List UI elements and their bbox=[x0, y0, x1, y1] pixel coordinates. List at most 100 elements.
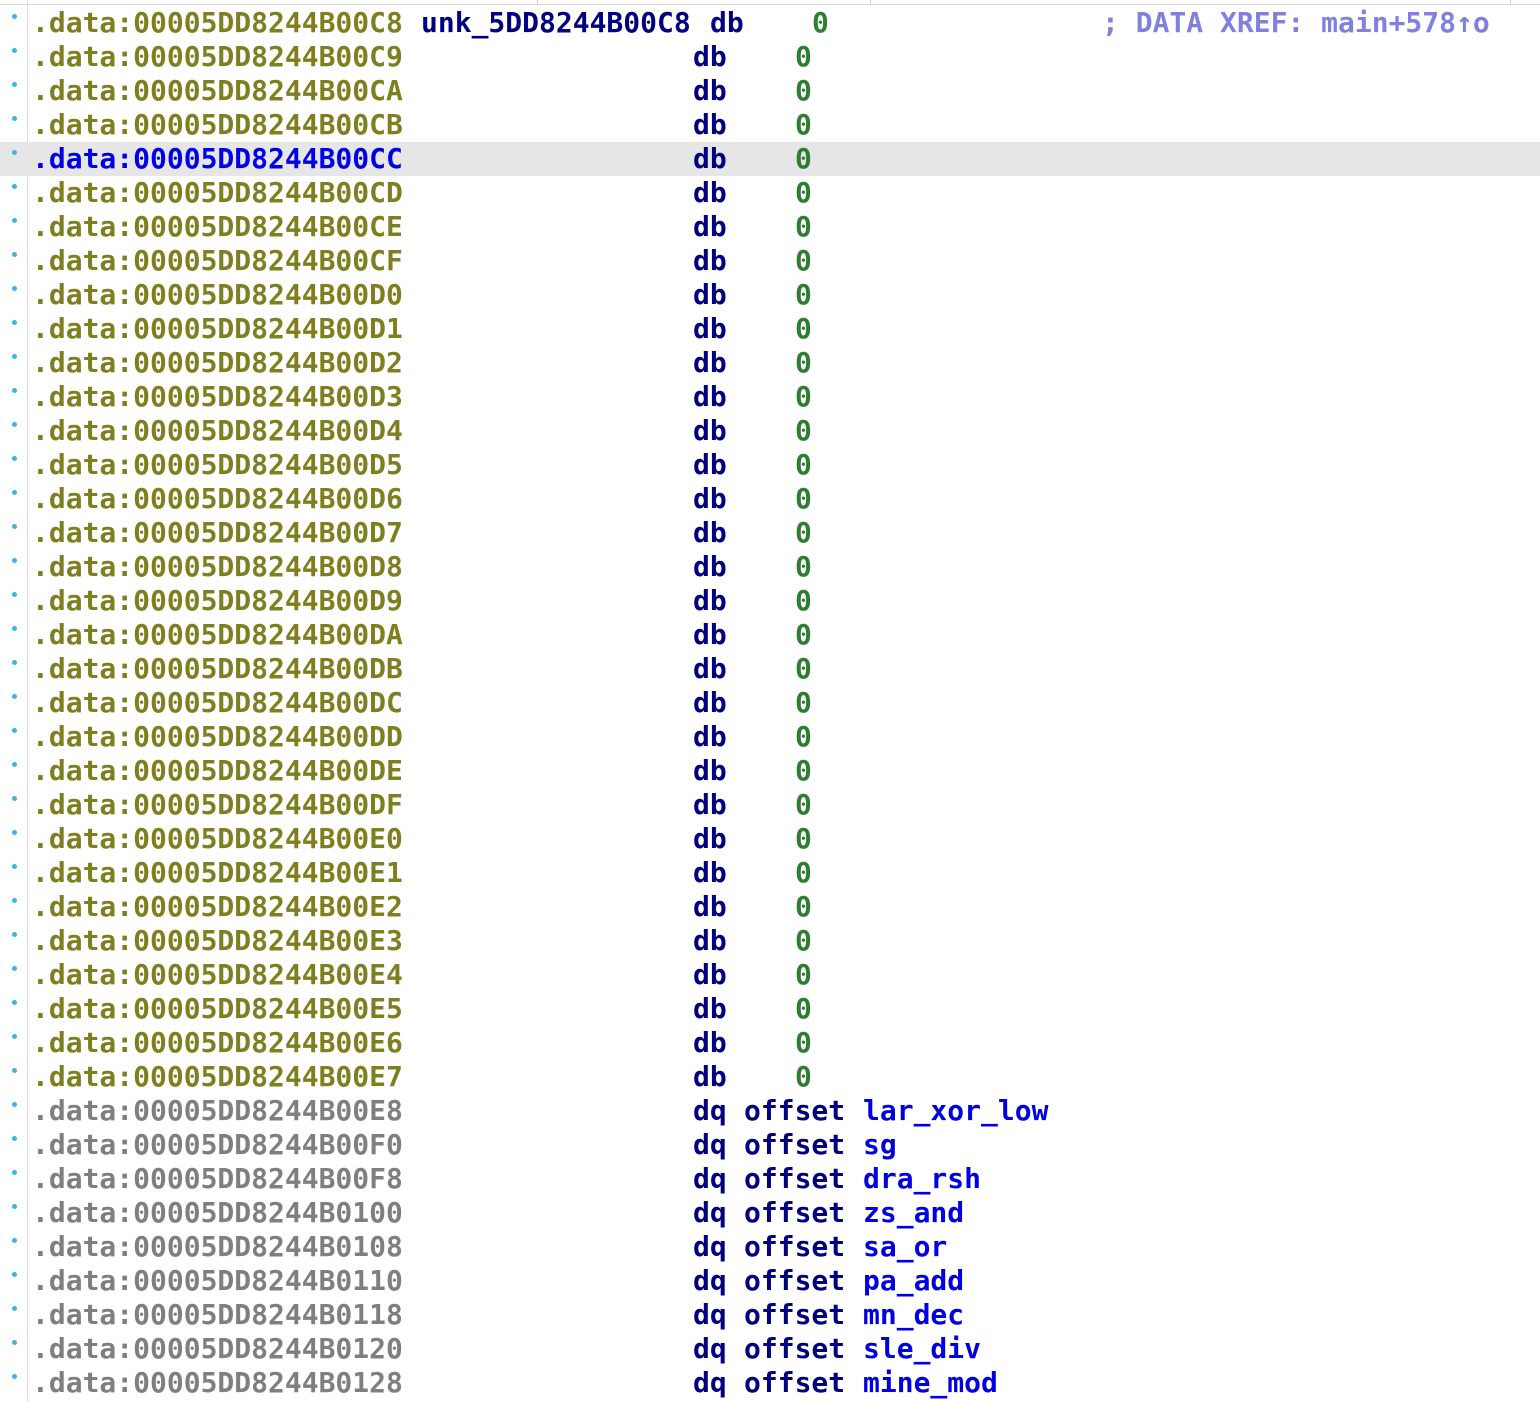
row-mnemonic[interactable]: db bbox=[693, 550, 727, 584]
row-value[interactable]: 0 bbox=[795, 618, 812, 652]
row-value[interactable]: 0 bbox=[795, 652, 812, 686]
row-value[interactable]: 0 bbox=[795, 448, 812, 482]
offset-keyword[interactable]: offset bbox=[744, 1366, 845, 1400]
listing-row[interactable]: .data:00005DD8244B00D9 db 0 bbox=[0, 584, 1540, 618]
offset-keyword[interactable]: offset bbox=[744, 1298, 845, 1332]
offset-keyword[interactable]: offset bbox=[744, 1094, 845, 1128]
offset-target-link[interactable]: sle_div bbox=[863, 1332, 981, 1366]
row-mnemonic[interactable]: db bbox=[693, 1060, 727, 1094]
row-mnemonic[interactable]: db bbox=[693, 278, 727, 312]
offset-target-link[interactable]: sa_or bbox=[863, 1230, 947, 1264]
row-address[interactable]: .data:00005DD8244B00E1 bbox=[32, 856, 403, 890]
row-address[interactable]: .data:00005DD8244B00DB bbox=[32, 652, 403, 686]
row-value[interactable]: 0 bbox=[795, 74, 812, 108]
row-mnemonic[interactable]: db bbox=[693, 108, 727, 142]
row-address[interactable]: .data:00005DD8244B00D8 bbox=[32, 550, 403, 584]
row-value[interactable]: 0 bbox=[795, 40, 812, 74]
listing-row[interactable]: .data:00005DD8244B00CA db 0 bbox=[0, 74, 1540, 108]
row-address[interactable]: .data:00005DD8244B0128 bbox=[32, 1366, 403, 1400]
listing-row[interactable]: .data:00005DD8244B00E3 db 0 bbox=[0, 924, 1540, 958]
listing-row[interactable]: .data:00005DD8244B00E6 db 0 bbox=[0, 1026, 1540, 1060]
row-address[interactable]: .data:00005DD8244B00CA bbox=[32, 74, 403, 108]
row-address[interactable]: .data:00005DD8244B0100 bbox=[32, 1196, 403, 1230]
listing-row-offset[interactable]: .data:00005DD8244B00E8 dq offset lar_xor_lo… bbox=[0, 1094, 1540, 1128]
listing-row-offset[interactable]: .data:00005DD8244B0120 dq offset sle_div bbox=[0, 1332, 1540, 1366]
row-address[interactable]: .data:00005DD8244B00D6 bbox=[32, 482, 403, 516]
row-value[interactable]: 0 bbox=[812, 6, 829, 40]
row-address[interactable]: .data:00005DD8244B00DF bbox=[32, 788, 403, 822]
row-mnemonic[interactable]: db bbox=[693, 516, 727, 550]
row-value[interactable]: 0 bbox=[795, 346, 812, 380]
row-mnemonic[interactable]: db bbox=[693, 618, 727, 652]
row-value[interactable]: 0 bbox=[795, 890, 812, 924]
row-value[interactable]: 0 bbox=[795, 686, 812, 720]
row-address[interactable]: .data:00005DD8244B00E0 bbox=[32, 822, 403, 856]
listing-row[interactable]: .data:00005DD8244B00DE db 0 bbox=[0, 754, 1540, 788]
row-mnemonic[interactable]: db bbox=[693, 346, 727, 380]
listing-row-header[interactable]: .data:00005DD8244B00C8 unk_5DD8244B00C8 … bbox=[0, 6, 1540, 40]
listing-row[interactable]: .data:00005DD8244B00E1 db 0 bbox=[0, 856, 1540, 890]
listing-row[interactable]: .data:00005DD8244B00E2 db 0 bbox=[0, 890, 1540, 924]
row-value[interactable]: 0 bbox=[795, 176, 812, 210]
listing-row-offset[interactable]: .data:00005DD8244B0128 dq offset mine_mod bbox=[0, 1366, 1540, 1400]
row-value[interactable]: 0 bbox=[795, 210, 812, 244]
row-mnemonic[interactable]: dq bbox=[693, 1162, 727, 1196]
row-mnemonic[interactable]: db bbox=[693, 686, 727, 720]
listing-row[interactable]: .data:00005DD8244B00D1 db 0 bbox=[0, 312, 1540, 346]
offset-target-link[interactable]: mine_mod bbox=[863, 1366, 998, 1400]
listing-row[interactable]: .data:00005DD8244B00C9 db 0 bbox=[0, 40, 1540, 74]
xref-comment[interactable]: ; DATA XREF: main+578↑o bbox=[1102, 6, 1490, 40]
row-address[interactable]: .data:00005DD8244B0118 bbox=[32, 1298, 403, 1332]
row-mnemonic[interactable]: db bbox=[693, 856, 727, 890]
listing-row[interactable]: .data:00005DD8244B00D8 db 0 bbox=[0, 550, 1540, 584]
listing-row-offset[interactable]: .data:00005DD8244B0118 dq offset mn_dec bbox=[0, 1298, 1540, 1332]
row-mnemonic[interactable]: dq bbox=[693, 1366, 727, 1400]
row-mnemonic[interactable]: dq bbox=[693, 1230, 727, 1264]
row-value[interactable]: 0 bbox=[795, 108, 812, 142]
row-address[interactable]: .data:00005DD8244B00E4 bbox=[32, 958, 403, 992]
listing-row[interactable]: .data:00005DD8244B00D0 db 0 bbox=[0, 278, 1540, 312]
row-mnemonic[interactable]: db bbox=[693, 74, 727, 108]
row-address[interactable]: .data:00005DD8244B0110 bbox=[32, 1264, 403, 1298]
listing-row[interactable]: .data:00005DD8244B00DD db 0 bbox=[0, 720, 1540, 754]
listing-row[interactable]: .data:00005DD8244B00DC db 0 bbox=[0, 686, 1540, 720]
listing-row-offset[interactable]: .data:00005DD8244B00F8 dq offset dra_rsh bbox=[0, 1162, 1540, 1196]
row-address[interactable]: .data:00005DD8244B00D0 bbox=[32, 278, 403, 312]
row-address[interactable]: .data:00005DD8244B00D5 bbox=[32, 448, 403, 482]
row-address[interactable]: .data:00005DD8244B00E3 bbox=[32, 924, 403, 958]
row-mnemonic[interactable]: db bbox=[693, 176, 727, 210]
row-mnemonic[interactable]: db bbox=[693, 312, 727, 346]
listing-row-selected[interactable]: .data:00005DD8244B00CC db 0 bbox=[0, 142, 1540, 176]
row-mnemonic[interactable]: db bbox=[693, 924, 727, 958]
row-value[interactable]: 0 bbox=[795, 414, 812, 448]
listing-row-offset[interactable]: .data:00005DD8244B0100 dq offset zs_and bbox=[0, 1196, 1540, 1230]
row-value[interactable]: 0 bbox=[795, 720, 812, 754]
row-address[interactable]: .data:00005DD8244B00E7 bbox=[32, 1060, 403, 1094]
row-value[interactable]: 0 bbox=[795, 992, 812, 1026]
row-address[interactable]: .data:00005DD8244B00D4 bbox=[32, 414, 403, 448]
row-address[interactable]: .data:00005DD8244B00D3 bbox=[32, 380, 403, 414]
row-address[interactable]: .data:00005DD8244B00D9 bbox=[32, 584, 403, 618]
offset-keyword[interactable]: offset bbox=[744, 1230, 845, 1264]
row-address[interactable]: .data:00005DD8244B00C8 bbox=[32, 6, 403, 40]
listing-row[interactable]: .data:00005DD8244B00D6 db 0 bbox=[0, 482, 1540, 516]
row-address[interactable]: .data:00005DD8244B00DC bbox=[32, 686, 403, 720]
row-value[interactable]: 0 bbox=[795, 1060, 812, 1094]
row-value[interactable]: 0 bbox=[795, 822, 812, 856]
offset-target-link[interactable]: zs_and bbox=[863, 1196, 964, 1230]
row-mnemonic[interactable]: db bbox=[693, 244, 727, 278]
row-address[interactable]: .data:00005DD8244B00D2 bbox=[32, 346, 403, 380]
row-address[interactable]: .data:00005DD8244B00D7 bbox=[32, 516, 403, 550]
row-value[interactable]: 0 bbox=[795, 788, 812, 822]
row-value[interactable]: 0 bbox=[795, 482, 812, 516]
row-value[interactable]: 0 bbox=[795, 278, 812, 312]
row-value[interactable]: 0 bbox=[795, 244, 812, 278]
row-mnemonic[interactable]: db bbox=[693, 210, 727, 244]
row-address[interactable]: .data:00005DD8244B00E5 bbox=[32, 992, 403, 1026]
row-mnemonic[interactable]: db bbox=[693, 584, 727, 618]
row-address[interactable]: .data:00005DD8244B00F8 bbox=[32, 1162, 403, 1196]
listing-row[interactable]: .data:00005DD8244B00CB db 0 bbox=[0, 108, 1540, 142]
listing-row[interactable]: .data:00005DD8244B00E5 db 0 bbox=[0, 992, 1540, 1026]
row-mnemonic[interactable]: db bbox=[710, 6, 744, 40]
row-address[interactable]: .data:00005DD8244B00CB bbox=[32, 108, 403, 142]
